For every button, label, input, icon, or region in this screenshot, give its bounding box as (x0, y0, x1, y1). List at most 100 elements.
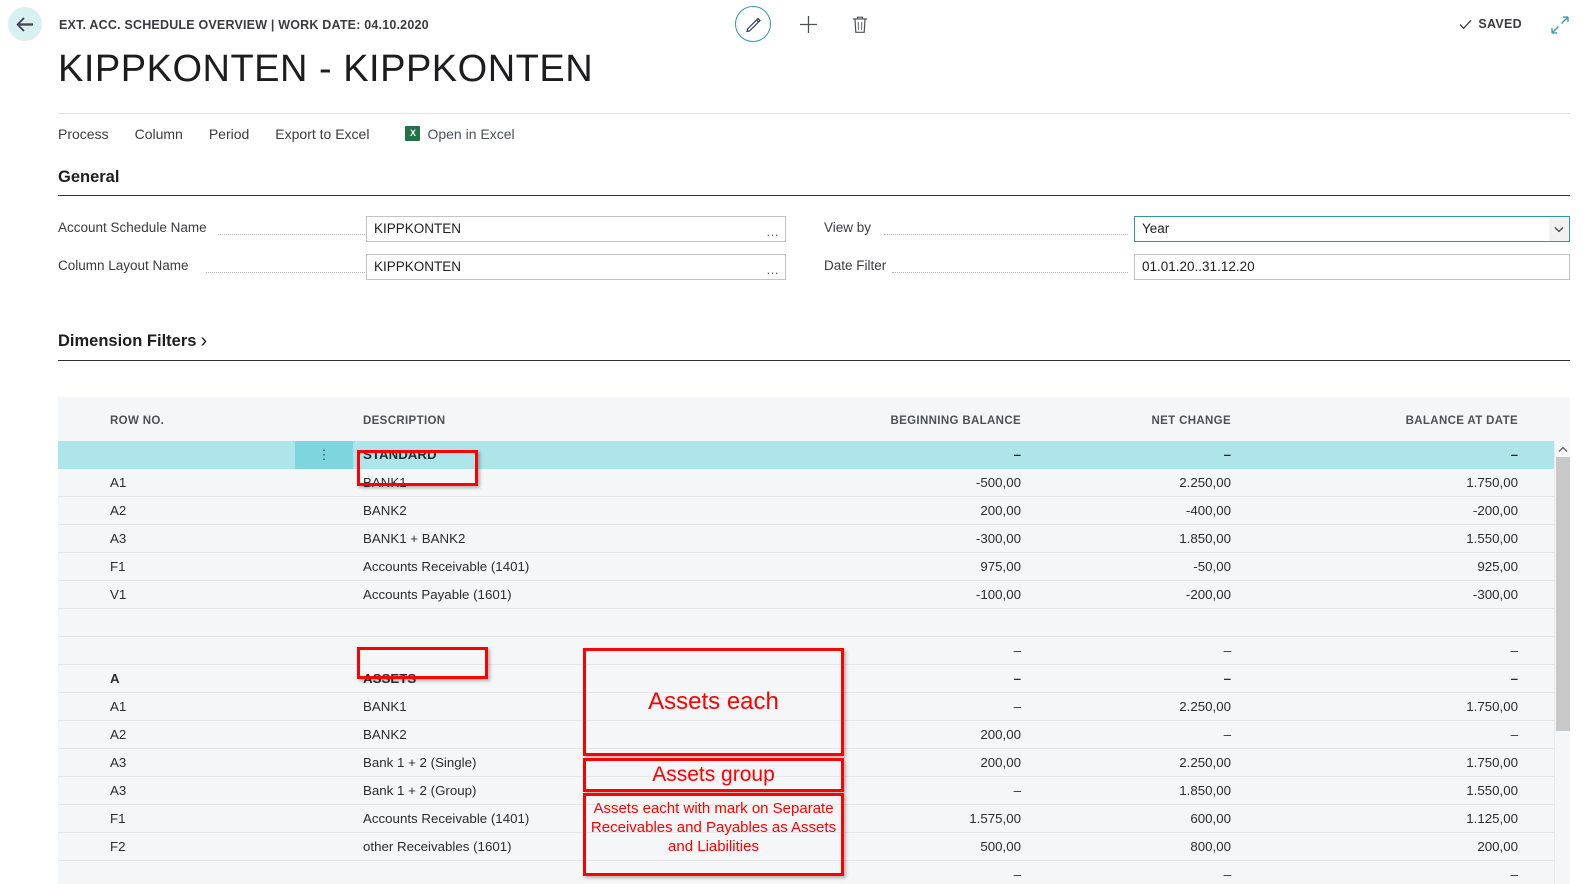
table-row[interactable]: A1 BANK1 -500,00 2.250,00 1.750,00 (58, 469, 1570, 497)
table-row[interactable]: A2 BANK2 200,00 -400,00 -200,00 (58, 497, 1570, 525)
col-header-beginning-balance[interactable]: BEGINNING BALANCE (886, 415, 1021, 427)
chevron-down-icon[interactable] (1549, 217, 1569, 241)
grid-body: ⋮ STANDARD – – – A1 BANK1 -500,00 2.250,00 1.750,… (58, 441, 1570, 884)
cell-description: BANK1 + BANK2 (363, 531, 466, 546)
cell-balance-at-date: – (1510, 671, 1518, 686)
cell-description: BANK2 (363, 503, 407, 518)
vertical-dots-icon: ⋮ (317, 447, 331, 462)
account-schedule-name-input[interactable]: KIPPKONTEN … (366, 216, 786, 242)
cell-net-change: -50,00 (1193, 559, 1231, 574)
delete-button[interactable] (845, 9, 875, 39)
table-row[interactable]: A1 BANK1 – 2.250,00 1.750,00 (58, 693, 1570, 721)
cell-balance-at-date: -300,00 (1472, 587, 1518, 602)
cell-row-no: V1 (110, 587, 127, 602)
cell-balance-at-date: -200,00 (1472, 503, 1518, 518)
cell-description: BANK1 (363, 699, 407, 714)
row-options-handle[interactable]: ⋮ (295, 441, 353, 469)
cell-description: Bank 1 + 2 (Group) (363, 783, 477, 798)
cell-balance-at-date: 1.125,00 (1466, 811, 1518, 826)
table-row[interactable]: F2 other Receivables (1601) 500,00 800,00 20… (58, 833, 1570, 861)
cell-net-change: – (1223, 643, 1231, 658)
col-header-row-no[interactable]: ROW NO. (110, 415, 164, 427)
cell-row-no: A2 (110, 503, 127, 518)
cell-net-change: 2.250,00 (1179, 475, 1231, 490)
field-view-by: View by Year (824, 216, 1570, 242)
scroll-thumb[interactable] (1556, 457, 1570, 731)
cell-beginning-balance: – (1013, 643, 1021, 658)
cell-net-change: – (1223, 727, 1231, 742)
action-period[interactable]: Period (196, 122, 262, 146)
column-layout-name-input[interactable]: KIPPKONTEN … (366, 254, 786, 280)
table-row[interactable]: A3 Bank 1 + 2 (Single) 200,00 2.250,00 1.750… (58, 749, 1570, 777)
excel-icon: X (405, 126, 421, 141)
back-button[interactable] (8, 7, 42, 41)
check-icon (1459, 19, 1472, 29)
cell-beginning-balance: – (1013, 671, 1021, 686)
dimension-filters-toggle[interactable]: Dimension Filters › (58, 330, 207, 353)
cell-row-no: F1 (110, 559, 126, 574)
cell-description: other Receivables (1601) (363, 839, 512, 854)
scroll-up-icon[interactable] (1555, 441, 1570, 457)
plus-icon (799, 15, 817, 33)
table-row[interactable]: A3 Bank 1 + 2 (Group) – 1.850,00 1.550,00 (58, 777, 1570, 805)
cell-balance-at-date: – (1510, 643, 1518, 658)
dot-leader (884, 234, 1128, 235)
new-button[interactable] (793, 9, 823, 39)
center-action-group (735, 6, 875, 42)
expand-button[interactable] (1549, 14, 1571, 36)
cell-beginning-balance: -100,00 (975, 587, 1021, 602)
cell-row-no: A3 (110, 783, 127, 798)
cell-balance-at-date: – (1510, 867, 1518, 882)
cell-beginning-balance: 200,00 (980, 755, 1021, 770)
date-filter-value: 01.01.20..31.12.20 (1142, 259, 1255, 274)
cell-balance-at-date: 1.550,00 (1466, 783, 1518, 798)
table-row[interactable]: A ASSETS – – – (58, 665, 1570, 693)
view-by-select[interactable]: Year (1134, 216, 1570, 242)
table-row[interactable]: F1 Accounts Receivable (1401) 975,00 -50,00… (58, 553, 1570, 581)
col-header-net-change[interactable]: NET CHANGE (1146, 415, 1231, 427)
table-row[interactable]: – – – (58, 861, 1570, 884)
general-section-title: General (58, 168, 120, 186)
cell-net-change: – (1223, 447, 1231, 462)
cell-row-no: A3 (110, 531, 127, 546)
cell-balance-at-date: 1.550,00 (1466, 531, 1518, 546)
account-schedule-name-label: Account Schedule Name (58, 220, 207, 235)
account-schedule-grid: ROW NO. DESCRIPTION BEGINNING BALANCE NE… (58, 397, 1570, 884)
table-row[interactable]: – – – (58, 637, 1570, 665)
action-column[interactable]: Column (122, 122, 196, 146)
table-row[interactable]: ⋮ STANDARD – – – (58, 441, 1570, 469)
grid-vertical-scrollbar[interactable] (1554, 441, 1570, 884)
table-row[interactable]: F1 Accounts Receivable (1401) 1.575,00 600,… (58, 805, 1570, 833)
cell-balance-at-date: – (1510, 727, 1518, 742)
cell-net-change: -200,00 (1185, 587, 1231, 602)
page-title: KIPPKONTEN - KIPPKONTEN (58, 48, 594, 90)
table-row[interactable] (58, 609, 1570, 637)
cell-net-change: – (1223, 867, 1231, 882)
cell-description: Bank 1 + 2 (Single) (363, 755, 477, 770)
col-header-balance-at-date[interactable]: BALANCE AT DATE (1388, 415, 1518, 427)
column-layout-name-assist-edit[interactable]: … (766, 258, 780, 279)
trash-icon (853, 16, 867, 33)
action-open-in-excel[interactable]: X Open in Excel (382, 122, 527, 146)
cell-net-change: 1.850,00 (1179, 783, 1231, 798)
cell-row-no: A1 (110, 699, 127, 714)
table-row[interactable]: A3 BANK1 + BANK2 -300,00 1.850,00 1.550,00 (58, 525, 1570, 553)
action-process[interactable]: Process (58, 122, 122, 146)
cell-net-change: 600,00 (1190, 811, 1231, 826)
cell-net-change: 2.250,00 (1179, 755, 1231, 770)
date-filter-input[interactable]: 01.01.20..31.12.20 (1134, 254, 1570, 280)
col-header-description[interactable]: DESCRIPTION (363, 415, 445, 427)
table-row[interactable]: A2 BANK2 200,00 – – (58, 721, 1570, 749)
saved-label: SAVED (1478, 17, 1522, 31)
cell-beginning-balance: 200,00 (980, 503, 1021, 518)
grid-header-row: ROW NO. DESCRIPTION BEGINNING BALANCE NE… (58, 397, 1570, 441)
table-row[interactable]: V1 Accounts Payable (1601) -100,00 -200,00 -… (58, 581, 1570, 609)
account-schedule-name-assist-edit[interactable]: … (766, 220, 780, 241)
dimension-filters-title: Dimension Filters (58, 332, 197, 350)
action-export-to-excel[interactable]: Export to Excel (262, 122, 382, 146)
cell-description: ASSETS (363, 671, 417, 686)
cell-balance-at-date: 925,00 (1477, 559, 1518, 574)
cell-description: BANK2 (363, 727, 407, 742)
edit-button[interactable] (735, 6, 771, 42)
pencil-icon (745, 17, 761, 32)
